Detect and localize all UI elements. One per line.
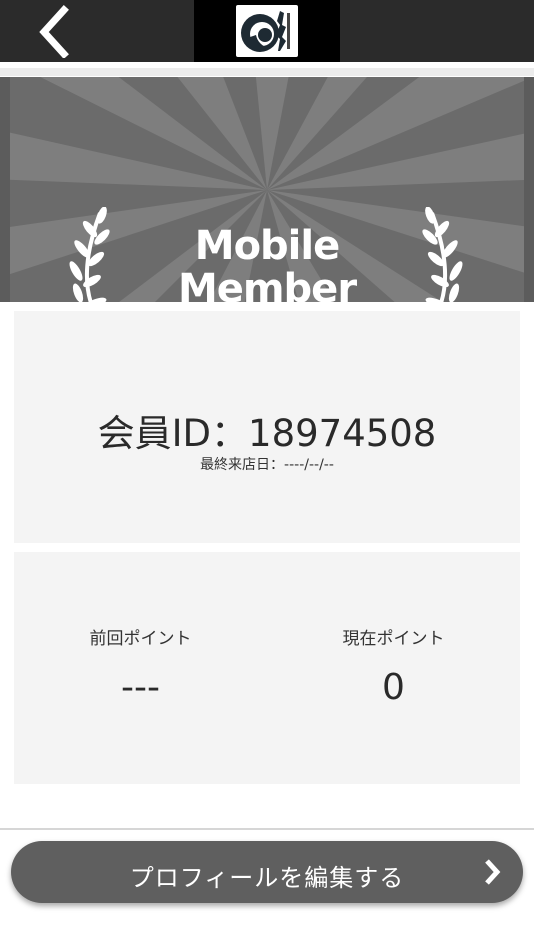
member-banner: Mobile Member xyxy=(0,77,534,302)
previous-points: 前回ポイント --- xyxy=(14,624,267,708)
current-points-value: 0 xyxy=(382,667,405,708)
current-points-label: 現在ポイント xyxy=(342,629,445,649)
chevron-left-icon xyxy=(39,5,69,59)
wave-logo-icon xyxy=(236,5,298,57)
edit-profile-button[interactable]: プロフィールを編集する xyxy=(11,841,523,903)
back-button[interactable] xyxy=(30,2,86,59)
top-divider xyxy=(0,68,534,76)
member-id: 会員ID：18974508 xyxy=(97,412,437,455)
previous-points-label: 前回ポイント xyxy=(89,629,192,649)
laurel-right-icon xyxy=(422,207,463,302)
chevron-right-icon xyxy=(485,859,501,885)
bottom-divider xyxy=(0,828,534,830)
top-bar xyxy=(0,0,534,62)
current-points: 現在ポイント 0 xyxy=(267,624,520,708)
points-card: 前回ポイント --- 現在ポイント 0 xyxy=(14,552,520,784)
previous-points-value: --- xyxy=(121,667,160,708)
last-visit-date: 最終来店日：----/--/-- xyxy=(200,457,334,473)
app-logo xyxy=(194,0,340,62)
edit-profile-label: プロフィールを編集する xyxy=(129,864,405,892)
member-id-card: 会員ID：18974508 最終来店日：----/--/-- xyxy=(14,311,520,543)
